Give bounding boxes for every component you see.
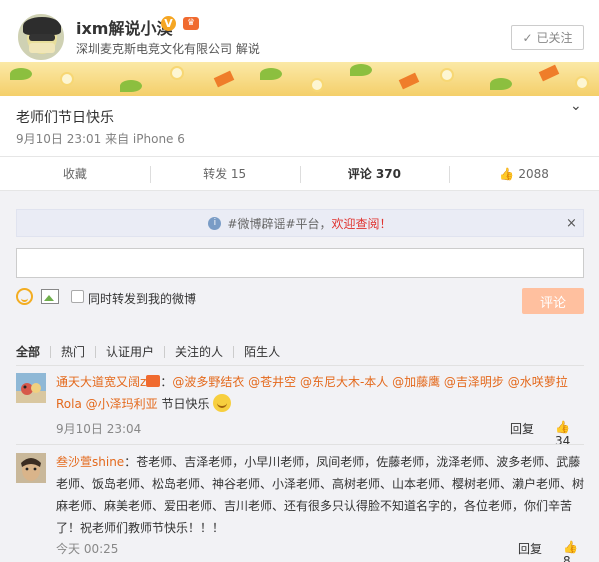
- filter-all[interactable]: 全部: [16, 343, 40, 360]
- comment-time: 9月10日 23:04: [56, 422, 142, 436]
- reply-button[interactable]: 回复: [518, 540, 542, 557]
- filter-hot[interactable]: 热门: [61, 343, 85, 360]
- chevron-down-icon[interactable]: ⌄: [570, 98, 582, 114]
- profile-header: ixm解说小漠 V ♛ 深圳麦克斯电竞文化有限公司 解说 ✓ 已关注: [0, 0, 599, 96]
- member-crown-icon: [146, 375, 161, 387]
- check-icon: ✓: [522, 30, 533, 45]
- comment-tab[interactable]: 评论 370: [299, 157, 450, 190]
- post-actions-bar: 收藏 转发 15 评论 370 👍 2088: [0, 156, 599, 191]
- commenter-name[interactable]: 叁沙萱shine: [56, 455, 124, 469]
- like-button[interactable]: 👍 2088: [449, 157, 599, 190]
- image-icon[interactable]: [41, 289, 59, 304]
- filter-verified[interactable]: 认证用户: [106, 343, 154, 360]
- post-meta: 9月10日 23:01 来自 iPhone 6: [16, 132, 185, 146]
- favorite-button[interactable]: 收藏: [0, 157, 150, 190]
- comment-filters: 全部 热门 认证用户 关注的人 陌生人: [16, 343, 280, 360]
- profile-avatar[interactable]: [16, 12, 66, 62]
- rumor-notice: i #微博辟谣#平台， 欢迎查阅！: [16, 209, 584, 237]
- comment-section: i #微博辟谣#平台， 欢迎查阅！ × 同时转发到我的微博 评论 全部 热门 认…: [0, 191, 599, 562]
- notice-link[interactable]: 欢迎查阅！: [332, 215, 392, 232]
- repost-label: 同时转发到我的微博: [88, 292, 197, 306]
- commenter-name[interactable]: 通天大道宽又阔z: [56, 375, 146, 389]
- comment-like-button[interactable]: 👍8: [563, 540, 584, 562]
- comment-text: 节日快乐: [157, 397, 210, 411]
- filter-following[interactable]: 关注的人: [175, 343, 223, 360]
- commenter-avatar[interactable]: [16, 373, 46, 403]
- comment-input[interactable]: [16, 248, 584, 278]
- thumb-up-icon: 👍: [499, 166, 515, 181]
- thumb-up-icon: 👍: [555, 420, 570, 434]
- post-text: 老师们节日快乐: [16, 110, 114, 126]
- reply-button[interactable]: 回复: [510, 420, 534, 437]
- info-icon: i: [208, 216, 222, 230]
- username[interactable]: ixm解说小漠: [76, 15, 172, 39]
- verified-icon: V: [161, 16, 176, 31]
- close-icon[interactable]: ×: [566, 216, 577, 231]
- submit-comment-button[interactable]: 评论: [522, 288, 584, 314]
- thumb-up-icon: 👍: [563, 540, 578, 554]
- comment-time: 今天 00:25: [56, 542, 119, 556]
- repost-button[interactable]: 转发 15: [149, 157, 300, 190]
- smile-emoji-icon: [213, 394, 232, 412]
- comment-text: 苍老师、吉泽老师，小早川老师，凤间老师，佐藤老师，泷泽老师、波多老师、武藤老师、…: [56, 455, 585, 535]
- emoji-icon[interactable]: [16, 288, 33, 305]
- member-crown-icon: ♛: [183, 17, 199, 30]
- header-banner: [0, 62, 599, 96]
- follow-button[interactable]: ✓ 已关注: [511, 25, 584, 50]
- filter-strangers[interactable]: 陌生人: [244, 343, 280, 360]
- repost-checkbox[interactable]: [71, 290, 84, 303]
- profile-company: 深圳麦克斯电竞文化有限公司 解说: [76, 42, 260, 56]
- commenter-avatar[interactable]: [16, 453, 46, 483]
